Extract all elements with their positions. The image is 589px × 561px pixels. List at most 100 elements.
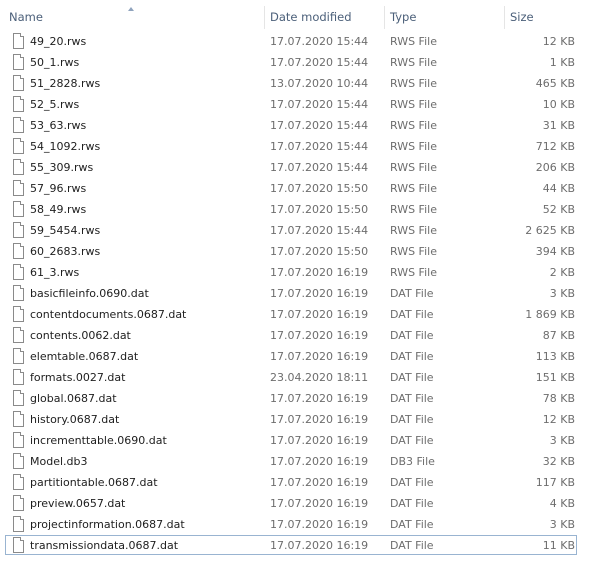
file-size: 2 KB [549,266,575,279]
file-row[interactable]: transmissiondata.0687.dat 17.07.2020 16:1… [0,535,589,557]
file-row[interactable]: contentdocuments.0687.dat 17.07.2020 16:1… [0,305,589,326]
generic-file-icon [13,180,24,196]
file-name: 53_63.rws [30,119,87,132]
file-row[interactable]: preview.0657.dat 17.07.2020 16:19 DAT File… [0,494,589,515]
file-date-modified: 17.07.2020 15:50 [270,182,369,195]
generic-file-icon [13,222,24,238]
file-name: Model.db3 [30,455,88,468]
column-header-size[interactable]: Size [504,6,589,29]
file-date-modified: 17.07.2020 15:44 [270,119,369,132]
generic-file-icon [13,495,24,511]
file-type: DAT File [390,329,434,342]
column-header-date-label: Date modified [270,10,352,24]
file-name: formats.0027.dat [30,371,126,384]
file-size: 10 KB [542,98,575,111]
file-type: RWS File [390,140,437,153]
file-name: 55_309.rws [30,161,94,174]
file-type: RWS File [390,203,437,216]
file-name: 61_3.rws [30,266,80,279]
file-name: elemtable.0687.dat [30,350,139,363]
file-name: 50_1.rws [30,56,80,69]
file-date-modified: 17.07.2020 16:19 [270,497,369,510]
file-size: 3 KB [549,287,575,300]
file-row[interactable]: basicfileinfo.0690.dat 17.07.2020 16:19 DA… [0,284,589,305]
file-date-modified: 17.07.2020 15:44 [270,56,369,69]
file-row[interactable]: incrementtable.0690.dat 17.07.2020 16:19 D… [0,431,589,452]
file-name: 60_2683.rws [30,245,101,258]
file-type: DAT File [390,518,434,531]
file-type: RWS File [390,224,437,237]
file-type: DAT File [390,413,434,426]
file-date-modified: 17.07.2020 16:19 [270,434,369,447]
file-size: 52 KB [542,203,575,216]
column-header-name[interactable]: Name [0,6,264,29]
file-size: 3 KB [549,518,575,531]
file-row[interactable]: contents.0062.dat 17.07.2020 16:19 DAT Fil… [0,326,589,347]
file-row[interactable]: history.0687.dat 17.07.2020 16:19 DAT File… [0,410,589,431]
file-name: 52_5.rws [30,98,80,111]
file-size: 32 KB [542,455,575,468]
generic-file-icon [13,159,24,175]
file-row[interactable]: 52_5.rws 17.07.2020 15:44 RWS File 10 KB [0,95,589,116]
file-date-modified: 13.07.2020 10:44 [270,77,369,90]
file-row[interactable]: Model.db3 17.07.2020 16:19 DB3 File 32 KB [0,452,589,473]
file-name: contentdocuments.0687.dat [30,308,187,321]
generic-file-icon [13,453,24,469]
generic-file-icon [13,369,24,385]
file-row[interactable]: 61_3.rws 17.07.2020 16:19 RWS File 2 KB [0,263,589,284]
file-name: incrementtable.0690.dat [30,434,167,447]
file-type: DAT File [390,476,434,489]
file-size: 3 KB [549,434,575,447]
file-date-modified: 17.07.2020 16:19 [270,413,369,426]
file-row[interactable]: 50_1.rws 17.07.2020 15:44 RWS File 1 KB [0,53,589,74]
file-size: 12 KB [542,413,575,426]
file-type: RWS File [390,266,437,279]
file-date-modified: 17.07.2020 16:19 [270,266,369,279]
file-name: contents.0062.dat [30,329,131,342]
generic-file-icon [13,306,24,322]
generic-file-icon [13,432,24,448]
file-type: DAT File [390,497,434,510]
file-date-modified: 17.07.2020 15:44 [270,140,369,153]
generic-file-icon [13,516,24,532]
file-row[interactable]: global.0687.dat 17.07.2020 16:19 DAT File 7… [0,389,589,410]
file-type: RWS File [390,56,437,69]
file-size: 117 KB [535,476,575,489]
file-size: 12 KB [542,35,575,48]
file-size: 87 KB [542,329,575,342]
file-name: 54_1092.rws [30,140,101,153]
file-row[interactable]: 57_96.rws 17.07.2020 15:50 RWS File 44 KB [0,179,589,200]
file-row[interactable]: 60_2683.rws 17.07.2020 15:50 RWS File 394 K… [0,242,589,263]
file-row[interactable]: 55_309.rws 17.07.2020 15:44 RWS File 206 KB [0,158,589,179]
column-header-name-label: Name [9,10,43,24]
generic-file-icon [13,348,24,364]
file-row[interactable]: projectinformation.0687.dat 17.07.2020 16… [0,515,589,536]
file-row[interactable]: 51_2828.rws 13.07.2020 10:44 RWS File 465 K… [0,74,589,95]
file-row[interactable]: elemtable.0687.dat 17.07.2020 16:19 DAT Fi… [0,347,589,368]
file-row[interactable]: 49_20.rws 17.07.2020 15:44 RWS File 12 KB [0,32,589,53]
generic-file-icon [13,201,24,217]
file-row[interactable]: 54_1092.rws 17.07.2020 15:44 RWS File 712 K… [0,137,589,158]
file-size: 1 KB [549,56,575,69]
file-date-modified: 17.07.2020 16:19 [270,476,369,489]
file-type: RWS File [390,161,437,174]
file-date-modified: 17.07.2020 16:19 [270,350,369,363]
file-date-modified: 17.07.2020 16:19 [270,392,369,405]
generic-file-icon [13,243,24,259]
file-size: 206 KB [535,161,575,174]
generic-file-icon [13,411,24,427]
column-header-date-modified[interactable]: Date modified [264,6,384,29]
file-date-modified: 17.07.2020 16:19 [270,308,369,321]
file-type: RWS File [390,77,437,90]
file-date-modified: 17.07.2020 15:44 [270,161,369,174]
file-row[interactable]: 59_5454.rws 17.07.2020 15:44 RWS File 2 625… [0,221,589,242]
file-size: 4 KB [549,497,575,510]
file-row[interactable]: 53_63.rws 17.07.2020 15:44 RWS File 31 KB [0,116,589,137]
file-row[interactable]: partitiontable.0687.dat 17.07.2020 16:19 D… [0,473,589,494]
column-header-type[interactable]: Type [384,6,504,29]
file-name: partitiontable.0687.dat [30,476,158,489]
file-row[interactable]: formats.0027.dat 23.04.2020 18:11 DAT File… [0,368,589,389]
file-type: RWS File [390,245,437,258]
file-row[interactable]: 58_49.rws 17.07.2020 15:50 RWS File 52 KB [0,200,589,221]
file-date-modified: 17.07.2020 15:44 [270,35,369,48]
